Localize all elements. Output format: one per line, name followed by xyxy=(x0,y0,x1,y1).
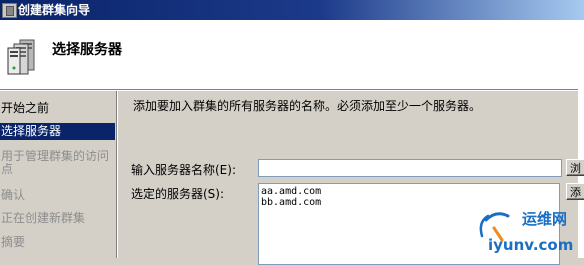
nav-step-creating-cluster[interactable]: 正在创建新群集 xyxy=(0,210,115,226)
selected-servers-label: 选定的服务器(S): xyxy=(131,187,225,201)
nav-step-access-point[interactable]: 用于管理群集的访问点 xyxy=(0,150,113,176)
wizard-steps-nav: 开始之前 选择服务器 用于管理群集的访问点 确认 正在创建新群集 摘要 xyxy=(0,91,116,258)
server-name-label: 输入服务器名称(E): xyxy=(131,163,236,177)
instruction-text: 添加要加入群集的所有服务器的名称。必须添加至少一个服务器。 xyxy=(133,99,482,113)
wizard-header: 选择服务器 xyxy=(0,20,579,89)
nav-step-summary[interactable]: 摘要 xyxy=(0,234,115,250)
server-name-input[interactable] xyxy=(258,159,562,177)
iyunv-watermark-logo: 运维网 iyunv.com xyxy=(479,210,573,254)
servers-icon xyxy=(7,39,35,75)
page-title: 选择服务器 xyxy=(52,42,122,58)
window-titlebar[interactable]: 创建群集向导 xyxy=(0,0,584,20)
window-title: 创建群集向导 xyxy=(18,3,91,17)
watermark-url-text: iyunv.com xyxy=(488,236,573,254)
browse-button[interactable]: 浏览 xyxy=(566,159,584,176)
add-button[interactable]: 添加 xyxy=(566,183,584,200)
nav-step-select-servers[interactable]: 选择服务器 xyxy=(0,123,115,140)
cluster-wizard-icon xyxy=(2,3,17,18)
watermark-cn-text: 运维网 xyxy=(522,210,567,228)
nav-step-before-you-begin[interactable]: 开始之前 xyxy=(0,100,115,116)
list-item[interactable]: aa.amd.com xyxy=(259,186,559,197)
nav-step-confirmation[interactable]: 确认 xyxy=(0,187,115,203)
